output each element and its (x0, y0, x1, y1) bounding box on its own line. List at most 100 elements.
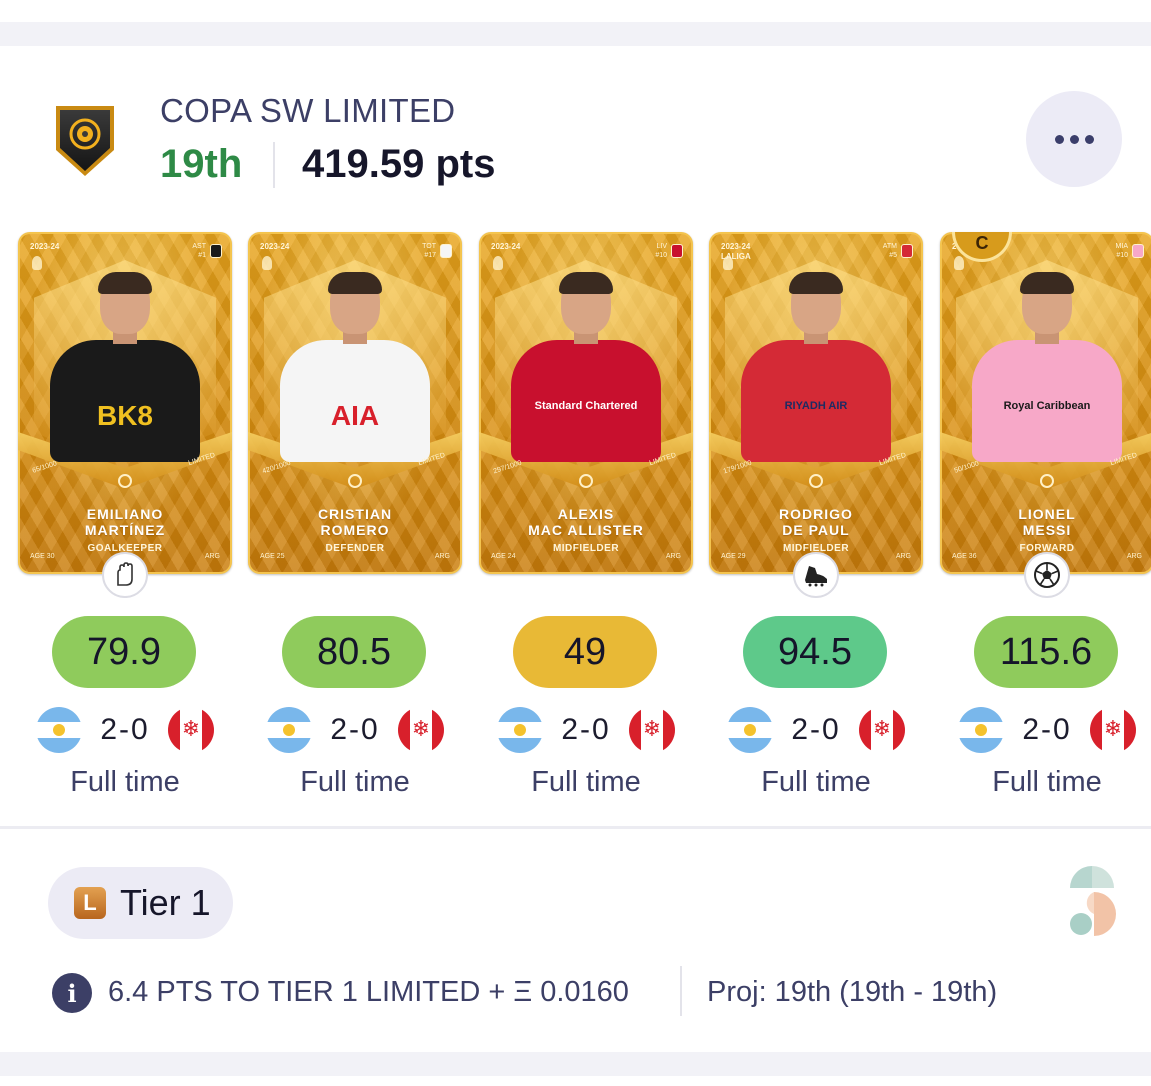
away-score: 0 (592, 713, 611, 746)
competition-badge-icon (56, 106, 114, 176)
home-score: 2 (100, 713, 119, 746)
card-season: 2023-24 (491, 242, 521, 251)
ellipsis-dot (1084, 134, 1094, 144)
fixture-score: 2-0 (100, 713, 149, 747)
rank-label: 19th (160, 142, 243, 186)
maple-leaf-icon: ❄ (181, 716, 201, 741)
fixture-result[interactable]: 2-0 ❄ (958, 706, 1136, 754)
player-column: 2023-24 MIA#10 Royal Caribbean 50/1000 L… (940, 232, 1151, 798)
player-name: CRISTIAN ROMERO (248, 506, 462, 538)
fixture-result[interactable]: 2-0 ❄ (497, 706, 675, 754)
away-score: 0 (822, 713, 841, 746)
more-options-button[interactable] (1026, 91, 1122, 187)
club-number: #10 (655, 252, 667, 259)
player-card[interactable]: 2023-24 AST #1 BK8 65/1000 LIMITED EMILIA… (18, 232, 232, 574)
score-separator: - (1041, 713, 1053, 746)
player-nationality: ARG (1126, 553, 1142, 560)
player-score[interactable]: 49 (513, 616, 657, 688)
club-number: #1 (198, 252, 206, 259)
fixture-result[interactable]: 2-0 ❄ (36, 706, 214, 754)
player-photo: AIA (275, 272, 435, 462)
canada-flag-icon: ❄ (629, 707, 675, 753)
card-serial: 420/1000 (261, 459, 292, 476)
card-ring (1040, 474, 1054, 488)
home-score: 2 (330, 713, 349, 746)
player-card[interactable]: 2023-24 ATM #5 LALIGA RIYADH AIR 179/1000… (709, 232, 923, 574)
player-name: EMILIANO MARTÍNEZ (18, 506, 232, 538)
match-status: Full time (531, 766, 641, 798)
home-score: 2 (561, 713, 580, 746)
player-card[interactable]: 2023-24 MIA#10 Royal Caribbean 50/1000 L… (940, 232, 1151, 574)
player-column: 2023-24 TOT #17 AIA 420/1000 LIMITED CRIS… (248, 232, 462, 798)
club-crest-icon (671, 244, 683, 258)
player-card[interactable]: 2023-24 LIV #10 Standard Chartered 297/10… (479, 232, 693, 574)
player-column: 2023-24 LIV #10 Standard Chartered 297/10… (479, 232, 693, 798)
player-photo: BK8 (45, 272, 205, 462)
player-hair (1020, 272, 1074, 294)
player-score[interactable]: 115.6 (974, 616, 1118, 688)
player-score[interactable]: 79.9 (52, 616, 196, 688)
player-hair (98, 272, 152, 294)
player-name: LIONEL MESSI (940, 506, 1151, 538)
match-status: Full time (992, 766, 1102, 798)
player-score[interactable]: 80.5 (282, 616, 426, 688)
goalkeeper-gloves-icon (102, 552, 148, 598)
flag-sun (744, 724, 756, 736)
player-card[interactable]: 2023-24 TOT #17 AIA 420/1000 LIMITED CRIS… (248, 232, 462, 574)
ellipsis-dot (1069, 134, 1079, 144)
match-status: Full time (761, 766, 871, 798)
player-first-name: LIONEL (1018, 506, 1076, 522)
ellipsis-icon (1054, 134, 1064, 144)
tier-chip[interactable]: L Tier 1 (48, 867, 233, 939)
club-code: LIV (656, 243, 667, 250)
argentina-flag-icon (727, 707, 773, 753)
club-code: TOT (422, 243, 436, 250)
total-points: 419.59 pts (302, 142, 496, 186)
player-last-name: MAC ALLISTER (528, 522, 644, 538)
player-last-name: MESSI (1022, 522, 1072, 538)
card-ring (118, 474, 132, 488)
card-serial: 179/1000 (722, 459, 753, 476)
canada-flag-icon: ❄ (859, 707, 905, 753)
player-last-name: MARTÍNEZ (84, 522, 166, 538)
player-first-name: CRISTIAN (317, 506, 393, 522)
argentina-flag-icon (266, 707, 312, 753)
card-serial: 297/1000 (492, 459, 523, 476)
away-score: 0 (131, 713, 150, 746)
shirt-sponsor: BK8 (96, 400, 153, 431)
player-hair (328, 272, 382, 294)
soccer-ball-icon (1024, 552, 1070, 598)
card-serial: 50/1000 (953, 460, 980, 475)
score-separator: - (580, 713, 592, 746)
fixture-score: 2-0 (791, 713, 840, 747)
player-photo: Royal Caribbean (967, 272, 1127, 462)
card-season: 2023-24 (30, 242, 60, 251)
club-number: #10 (1116, 252, 1128, 259)
maple-leaf-icon: ❄ (1103, 716, 1123, 741)
player-age: AGE 30 (30, 553, 55, 560)
match-status: Full time (300, 766, 410, 798)
fixture-result[interactable]: 2-0 ❄ (266, 706, 444, 754)
home-score: 2 (1022, 713, 1041, 746)
card-ring (809, 474, 823, 488)
info-icon[interactable]: i (52, 973, 92, 1013)
shirt-sponsor: Standard Chartered (534, 400, 638, 412)
player-column: 2023-24 ATM #5 LALIGA RIYADH AIR 179/1000… (709, 232, 923, 798)
player-age: AGE 36 (952, 553, 977, 560)
fixture-result[interactable]: 2-0 ❄ (727, 706, 905, 754)
club-crest-icon (901, 244, 913, 258)
football-boot-icon (793, 552, 839, 598)
club-number: #17 (424, 252, 436, 259)
tier-progress-text: 6.4 PTS TO TIER 1 LIMITED + Ξ 0.0160 (108, 976, 629, 1008)
sorare-logo-icon (1070, 866, 1116, 936)
info-divider (680, 966, 682, 1016)
player-score[interactable]: 94.5 (743, 616, 887, 688)
league-logo-icon (493, 256, 503, 270)
player-age: AGE 24 (491, 553, 516, 560)
player-last-name: ROMERO (320, 522, 390, 538)
home-score: 2 (791, 713, 810, 746)
card-club-code: TOT #17 (422, 242, 436, 260)
player-nationality: ARG (665, 553, 681, 560)
player-nationality: ARG (434, 553, 450, 560)
card-club-code: MIA #10 (1116, 242, 1128, 260)
